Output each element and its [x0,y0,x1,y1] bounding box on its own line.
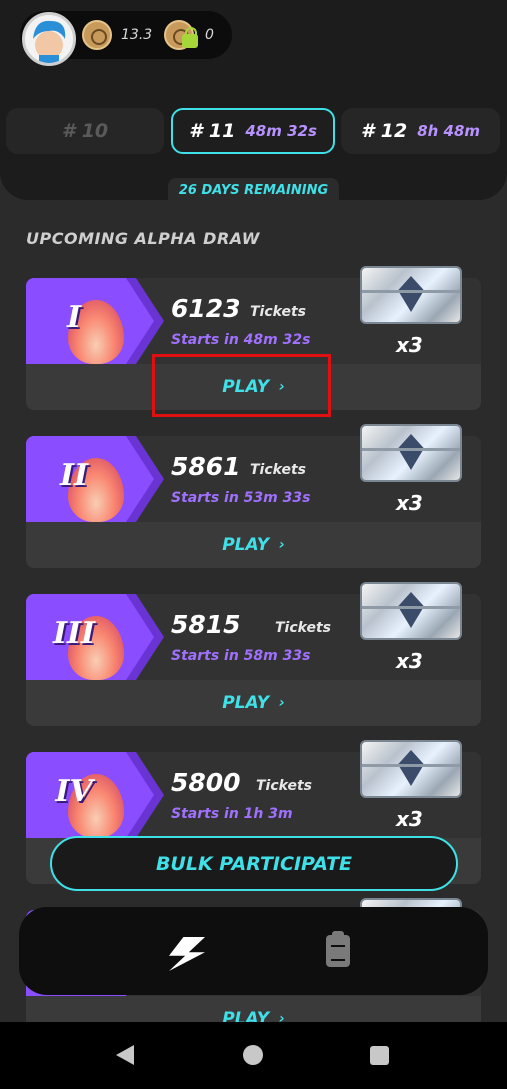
round-number: # 12 [360,120,408,142]
bulk-participate-button[interactable]: BULK PARTICIPATE [50,836,458,891]
reward-multiplier: x3 [396,649,423,673]
back-icon[interactable] [116,1045,134,1065]
starts-in-text: Starts in 1h 3m [171,806,293,822]
chest-icon [360,740,462,798]
chest-icon [360,266,462,324]
draw-numeral: III [52,616,96,651]
system-nav-bar [0,1022,507,1089]
round-number: # 10 [61,120,109,142]
chevron-right-icon: › [279,537,285,553]
reward-multiplier: x3 [396,807,423,831]
tickets-label: Tickets [275,620,331,636]
tab-round-12[interactable]: # 12 8h 48m [341,108,500,154]
starts-in-text: Starts in 53m 33s [171,490,311,506]
section-title: UPCOMING ALPHA DRAW [26,229,260,248]
round-time: 8h 48m [417,122,481,140]
reward-multiplier: x3 [396,491,423,515]
avatar-image [33,20,66,63]
chest-icon [360,582,462,640]
draw-numeral: II [59,458,89,493]
home-icon[interactable] [243,1045,263,1065]
lock-icon [182,27,198,48]
play-label: PLAY [222,693,270,713]
reward-multiplier: x3 [396,333,423,357]
tab-round-10[interactable]: # 10 [6,108,164,154]
tickets-label: Tickets [250,304,306,320]
coin-balance: 13.3 [121,27,153,43]
app-root: 13.3 0 # 10 # 11 48m 32s # 12 8h 48m 26 … [0,0,507,1089]
chest-icon [360,424,462,482]
tickets-label: Tickets [250,462,306,478]
bottom-nav [19,907,488,995]
play-button[interactable]: PLAY › [26,522,481,568]
tickets-count: 5815 [171,610,241,639]
play-label: PLAY [222,535,270,555]
round-number: # 11 [189,120,236,142]
starts-in-text: Starts in 58m 33s [171,648,311,664]
avatar[interactable] [22,12,76,66]
tickets-count: 6123 [171,294,241,323]
play-button[interactable]: PLAY › [26,680,481,726]
starts-in-text: Starts in 48m 32s [171,332,311,348]
days-remaining-badge: 26 DAYS REMAINING [168,178,339,202]
tab-round-11[interactable]: # 11 48m 32s [171,108,335,154]
chevron-right-icon: › [279,695,285,711]
tickets-label: Tickets [256,778,312,794]
coin-icon [82,20,112,50]
draw-numeral: IV [55,774,93,809]
bolt-icon[interactable] [169,937,205,971]
highlight-box [152,354,331,417]
tickets-count: 5861 [171,452,241,481]
clipboard-icon[interactable] [326,931,350,967]
draw-numeral: I [66,300,82,335]
round-time: 48m 32s [245,122,317,140]
recents-icon[interactable] [370,1046,389,1065]
locked-balance: 0 [205,27,214,43]
tickets-count: 5800 [171,768,241,797]
